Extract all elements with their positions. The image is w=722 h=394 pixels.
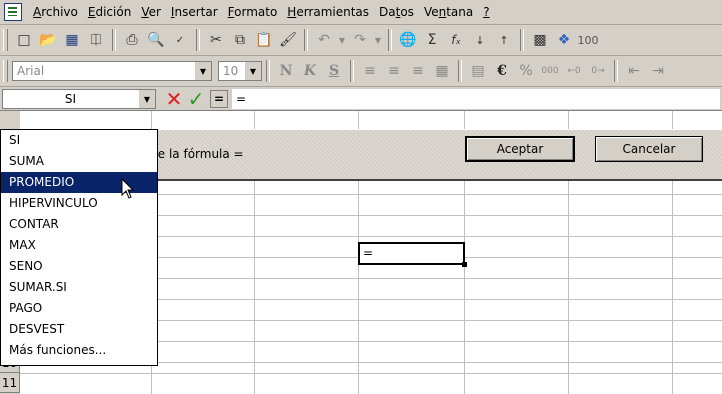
- align-left-icon[interactable]: ≡: [359, 60, 381, 82]
- decrease-decimal-icon[interactable]: 0→: [587, 60, 609, 82]
- cut-icon[interactable]: ✂: [205, 29, 227, 51]
- autosum-icon[interactable]: Σ: [421, 29, 443, 51]
- mouse-pointer-icon: [121, 178, 135, 199]
- open-folder-icon[interactable]: 📂: [37, 29, 59, 51]
- merge-center-icon[interactable]: ▦: [431, 60, 453, 82]
- toolbar-separator: [458, 60, 462, 82]
- row-header-11[interactable]: 11: [0, 373, 20, 393]
- toolbar-separator: [196, 29, 200, 51]
- font-name-select[interactable]: Arial ▼: [12, 61, 212, 81]
- function-item-contar[interactable]: CONTAR: [1, 214, 157, 235]
- italic-button[interactable]: K: [299, 60, 321, 82]
- increase-indent-icon[interactable]: ⇥: [647, 60, 669, 82]
- spelling-icon[interactable]: ✓: [169, 29, 191, 51]
- menu-edicion[interactable]: Edición: [83, 5, 136, 19]
- name-box-value: SI: [64, 92, 77, 106]
- redo-icon[interactable]: ↷: [349, 29, 371, 51]
- toolbar-separator: [112, 29, 116, 51]
- font-size-value: 10: [223, 64, 239, 78]
- undo-dropdown-icon[interactable]: ▼: [337, 29, 347, 51]
- fill-handle[interactable]: [462, 262, 467, 267]
- toolbar-separator: [304, 29, 308, 51]
- accept-button[interactable]: Aceptar: [465, 136, 575, 162]
- increase-decimal-icon[interactable]: ←0: [563, 60, 585, 82]
- toolbar-separator: [350, 60, 354, 82]
- menu-datos[interactable]: Datos: [374, 5, 419, 19]
- cancel-entry-icon[interactable]: ✕: [164, 89, 184, 109]
- currency-icon[interactable]: ▤: [467, 60, 489, 82]
- chevron-down-icon[interactable]: ▼: [244, 62, 261, 80]
- formula-bar: SI ▼ ✕ ✓ = =: [0, 87, 722, 111]
- paste-icon[interactable]: 📋: [253, 29, 275, 51]
- excel-doc-icon[interactable]: [4, 3, 22, 21]
- menu-insertar[interactable]: Insertar: [166, 5, 223, 19]
- chart-wizard-icon[interactable]: ▩: [529, 29, 551, 51]
- edit-formula-button[interactable]: =: [210, 90, 228, 108]
- format-painter-icon[interactable]: 🖌: [277, 29, 299, 51]
- zoom-level[interactable]: 100: [577, 29, 599, 51]
- toolbar-grip[interactable]: [3, 60, 8, 82]
- menu-archivo[interactable]: Archivo: [28, 5, 83, 19]
- function-item-mas-funciones[interactable]: Más funciones...: [1, 340, 157, 361]
- function-dropdown-list[interactable]: SI SUMA PROMEDIO HIPERVINCULO CONTAR MAX…: [0, 129, 158, 366]
- cancel-button[interactable]: Cancelar: [595, 136, 703, 162]
- function-item-suma[interactable]: SUMA: [1, 151, 157, 172]
- new-document-icon[interactable]: □: [13, 29, 35, 51]
- font-size-select[interactable]: 10 ▼: [218, 61, 262, 81]
- name-box[interactable]: SI ▼: [2, 89, 156, 109]
- redo-dropdown-icon[interactable]: ▼: [373, 29, 383, 51]
- insert-function-icon[interactable]: fₓ: [445, 29, 467, 51]
- menu-ventana[interactable]: Ventana: [419, 5, 478, 19]
- menu-ver[interactable]: Ver: [136, 5, 166, 19]
- print-preview-icon[interactable]: 🔍: [145, 29, 167, 51]
- undo-icon[interactable]: ↶: [313, 29, 335, 51]
- toolbar-separator: [388, 29, 392, 51]
- align-center-icon[interactable]: ≡: [383, 60, 405, 82]
- function-item-desvest[interactable]: DESVEST: [1, 319, 157, 340]
- function-item-sumar-si[interactable]: SUMAR.SI: [1, 277, 157, 298]
- function-item-max[interactable]: MAX: [1, 235, 157, 256]
- confirm-entry-icon[interactable]: ✓: [186, 89, 206, 109]
- permission-icon[interactable]: ⎅: [85, 29, 107, 51]
- hyperlink-icon[interactable]: 🌐: [397, 29, 419, 51]
- formatting-toolbar: Arial ▼ 10 ▼ N K S ≡ ≡ ≡ ▦ ▤ € % 000 ←0 …: [0, 56, 722, 87]
- menu-ayuda[interactable]: ?: [478, 5, 494, 19]
- active-cell[interactable]: =: [358, 242, 467, 267]
- grid-line: [20, 373, 722, 374]
- sort-ascending-icon[interactable]: ↓: [469, 29, 491, 51]
- percent-button[interactable]: %: [515, 60, 537, 82]
- function-item-pago[interactable]: PAGO: [1, 298, 157, 319]
- toolbar-separator: [266, 60, 270, 82]
- decrease-indent-icon[interactable]: ⇤: [623, 60, 645, 82]
- drawing-icon[interactable]: ❖: [553, 29, 575, 51]
- underline-button[interactable]: S: [323, 60, 345, 82]
- function-item-seno[interactable]: SENO: [1, 256, 157, 277]
- copy-icon[interactable]: ⧉: [229, 29, 251, 51]
- active-cell-value: =: [363, 246, 374, 260]
- toolbar-grip[interactable]: [3, 29, 8, 51]
- standard-toolbar: □ 📂 ▦ ⎅ ⎙ 🔍 ✓ ✂ ⧉ 📋 🖌 ↶ ▼ ↷ ▼ 🌐 Σ fₓ ↓ ↑…: [0, 25, 722, 56]
- toolbar-separator: [614, 60, 618, 82]
- menu-bar: Archivo Edición Ver Insertar Formato Her…: [0, 0, 722, 25]
- font-name-value: Arial: [17, 64, 45, 78]
- menu-formato[interactable]: Formato: [223, 5, 283, 19]
- align-right-icon[interactable]: ≡: [407, 60, 429, 82]
- euro-button[interactable]: €: [491, 60, 513, 82]
- chevron-down-icon[interactable]: ▼: [194, 62, 211, 80]
- function-item-si[interactable]: SI: [1, 130, 157, 151]
- formula-input[interactable]: =: [232, 89, 720, 109]
- menu-herramientas[interactable]: Herramientas: [282, 5, 374, 19]
- chevron-down-icon[interactable]: ▼: [138, 90, 155, 108]
- save-icon[interactable]: ▦: [61, 29, 83, 51]
- sort-descending-icon[interactable]: ↑: [493, 29, 515, 51]
- print-icon[interactable]: ⎙: [121, 29, 143, 51]
- toolbar-separator: [520, 29, 524, 51]
- bold-button[interactable]: N: [275, 60, 297, 82]
- thousands-separator-button[interactable]: 000: [539, 60, 561, 82]
